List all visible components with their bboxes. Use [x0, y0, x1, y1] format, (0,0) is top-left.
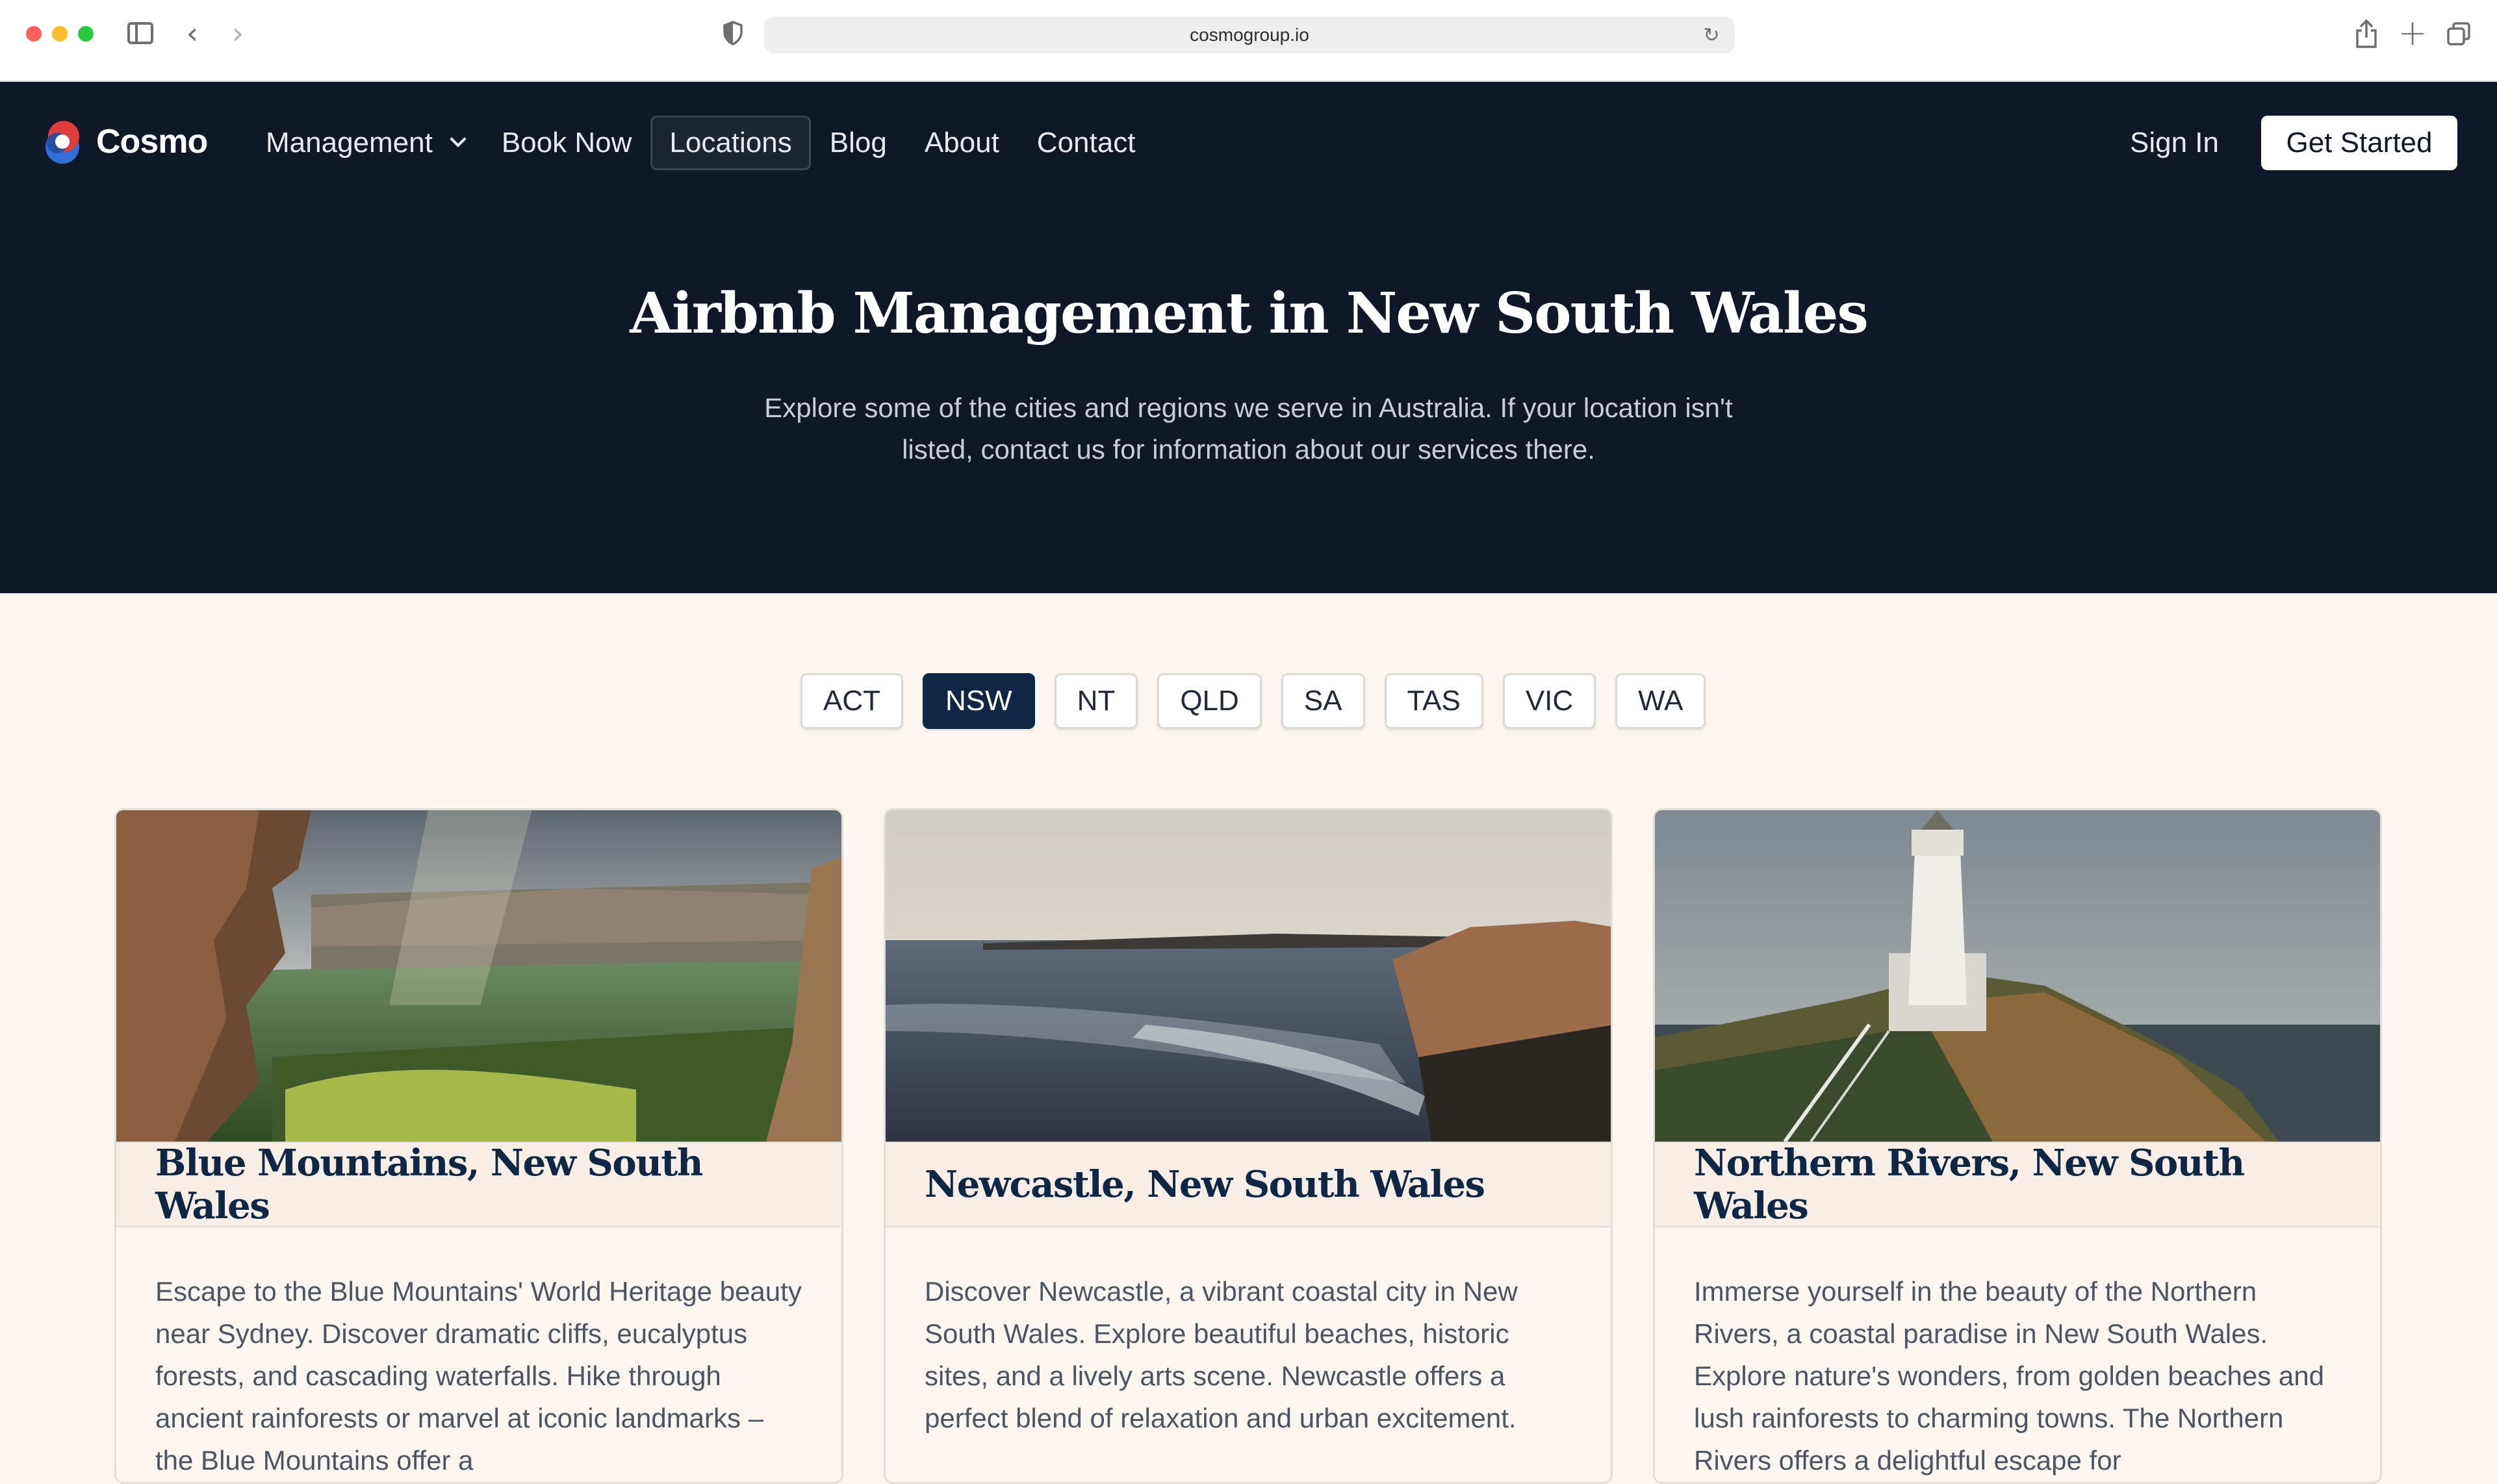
- nav-item-label: Contact: [1036, 127, 1136, 159]
- page-title: Airbnb Management in New South Wales: [630, 281, 1869, 346]
- nav-item-locations[interactable]: Locations: [650, 116, 811, 170]
- nav-item-about[interactable]: About: [906, 116, 1018, 170]
- page-subtitle: Explore some of the cities and regions w…: [764, 392, 1733, 465]
- nav-item-book-now[interactable]: Book Now: [483, 116, 651, 170]
- browser-toolbar: ‹ › cosmogroup.io ↻ +: [0, 0, 2497, 82]
- chevron-down-icon: [450, 131, 467, 147]
- card-title[interactable]: Blue Mountains, New South Wales: [155, 1142, 802, 1227]
- card-header: Newcastle, New South Wales: [886, 1142, 1611, 1227]
- url-text: cosmogroup.io: [1190, 25, 1309, 45]
- state-tab-qld[interactable]: QLD: [1157, 673, 1262, 729]
- state-filter: ACT NSW NT QLD SA TAS VIC WA: [800, 673, 1725, 730]
- nav-item-contact[interactable]: Contact: [1018, 116, 1155, 170]
- state-tab-nsw[interactable]: NSW: [923, 673, 1035, 729]
- cosmo-logo-icon: [39, 117, 88, 166]
- nav-item-label: Management: [266, 127, 433, 159]
- shield-icon[interactable]: [721, 19, 745, 47]
- card-title[interactable]: Northern Rivers, New South Wales: [1694, 1142, 2341, 1227]
- nav-item-blog[interactable]: Blog: [811, 116, 906, 170]
- main-nav: Management Book Now Locations Blog About…: [247, 114, 1154, 172]
- nav-item-label: Blog: [829, 127, 887, 159]
- state-tab-sa[interactable]: SA: [1281, 673, 1365, 729]
- sign-in-link[interactable]: Sign In: [2121, 114, 2228, 172]
- state-tab-nt[interactable]: NT: [1054, 673, 1138, 729]
- forward-icon[interactable]: ›: [224, 16, 252, 51]
- card-description: Immerse yourself in the beauty of the No…: [1694, 1276, 2324, 1476]
- nav-item-label: About: [924, 127, 999, 159]
- state-tab-tas[interactable]: TAS: [1384, 673, 1483, 729]
- card-header: Blue Mountains, New South Wales: [116, 1142, 841, 1227]
- card-description: Discover Newcastle, a vibrant coastal ci…: [925, 1276, 1518, 1433]
- state-tab-act[interactable]: ACT: [800, 673, 903, 729]
- new-tab-icon[interactable]: +: [2396, 12, 2429, 53]
- minimize-window-button[interactable]: [52, 26, 68, 42]
- card-header: Northern Rivers, New South Wales: [1655, 1142, 2380, 1227]
- cosmo-logo[interactable]: Cosmo: [39, 116, 208, 168]
- nav-item-label: Book Now: [501, 127, 632, 159]
- blue-mountains-photo: [116, 810, 841, 1142]
- back-icon[interactable]: ‹: [178, 16, 207, 51]
- location-card-newcastle[interactable]: Newcastle, New South Wales Discover Newc…: [884, 808, 1613, 1484]
- newcastle-coast-photo: [886, 810, 1611, 1142]
- location-card-northern-rivers[interactable]: Northern Rivers, New South Wales Immerse…: [1653, 808, 2382, 1484]
- close-window-button[interactable]: [26, 26, 42, 42]
- lighthouse-photo: [1655, 810, 2380, 1142]
- state-tab-vic[interactable]: VIC: [1502, 673, 1596, 729]
- tabs-overview-icon[interactable]: [2444, 19, 2473, 48]
- nav-item-label: Locations: [669, 127, 792, 159]
- nav-item-management[interactable]: Management: [247, 116, 483, 170]
- share-icon[interactable]: [2352, 16, 2381, 52]
- sidebar-icon[interactable]: [127, 22, 153, 44]
- reload-icon[interactable]: ↻: [1700, 23, 1723, 47]
- card-title[interactable]: Newcastle, New South Wales: [925, 1163, 1485, 1206]
- state-tab-wa[interactable]: WA: [1615, 673, 1706, 729]
- maximize-window-button[interactable]: [78, 26, 94, 42]
- location-card-blue-mountains[interactable]: Blue Mountains, New South Wales Escape t…: [114, 808, 843, 1484]
- brand-name: Cosmo: [96, 123, 208, 160]
- card-description: Escape to the Blue Mountains' World Heri…: [155, 1276, 802, 1476]
- address-bar[interactable]: cosmogroup.io ↻: [764, 17, 1735, 53]
- get-started-button[interactable]: Get Started: [2261, 116, 2457, 170]
